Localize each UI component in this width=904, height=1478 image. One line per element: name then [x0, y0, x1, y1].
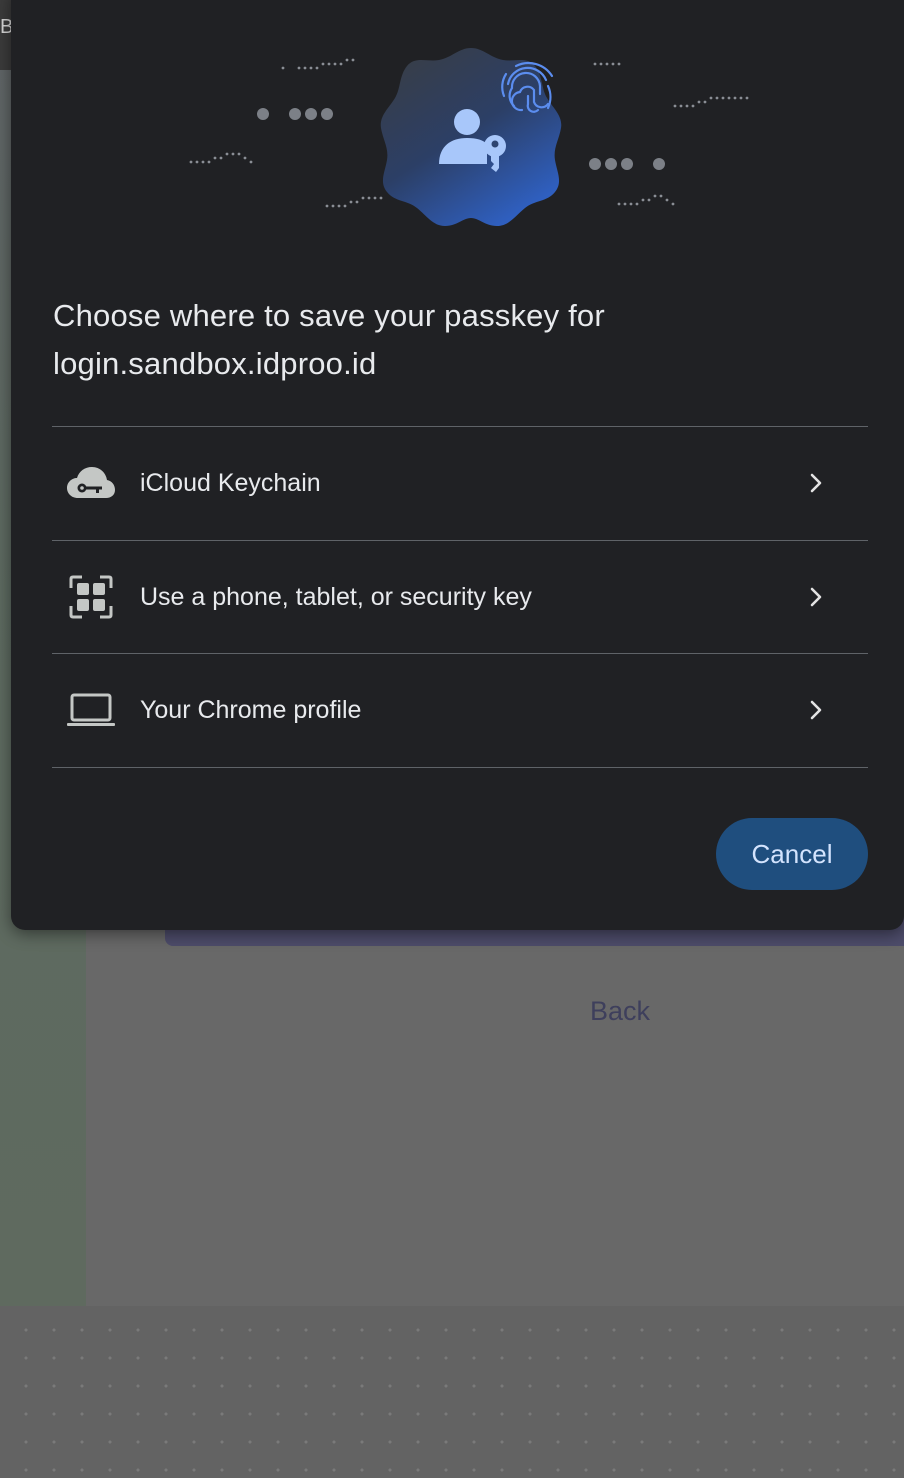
- chevron-right-icon: [810, 700, 822, 720]
- passkey-person-key-fingerprint-icon: [189, 48, 749, 226]
- option-label: Your Chrome profile: [140, 696, 362, 724]
- option-label: Use a phone, tablet, or security key: [140, 582, 532, 611]
- background-footer-pattern: [0, 1306, 904, 1478]
- qr-grid-icon: [66, 575, 116, 619]
- background-back-link[interactable]: Back: [560, 996, 680, 1027]
- chevron-right-icon: [810, 587, 822, 606]
- laptop-icon: [66, 688, 116, 732]
- passkey-dialog: Choose where to save your passkey for lo…: [11, 0, 904, 930]
- chevron-right-icon: [810, 473, 822, 493]
- dialog-title: Choose where to save your passkey for lo…: [53, 298, 605, 381]
- passkey-location-options: iCloud Keychain Use a phone, tablet, or: [52, 426, 868, 768]
- option-chrome-profile[interactable]: Your Chrome profile: [52, 654, 868, 768]
- cancel-button[interactable]: Cancel: [716, 818, 868, 890]
- option-label: iCloud Keychain: [140, 469, 321, 497]
- passkey-hero-illustration: [171, 26, 771, 226]
- option-phone-tablet-security-key[interactable]: Use a phone, tablet, or security key: [52, 541, 868, 654]
- option-icloud-keychain[interactable]: iCloud Keychain: [52, 427, 868, 541]
- cloud-key-icon: [66, 461, 116, 505]
